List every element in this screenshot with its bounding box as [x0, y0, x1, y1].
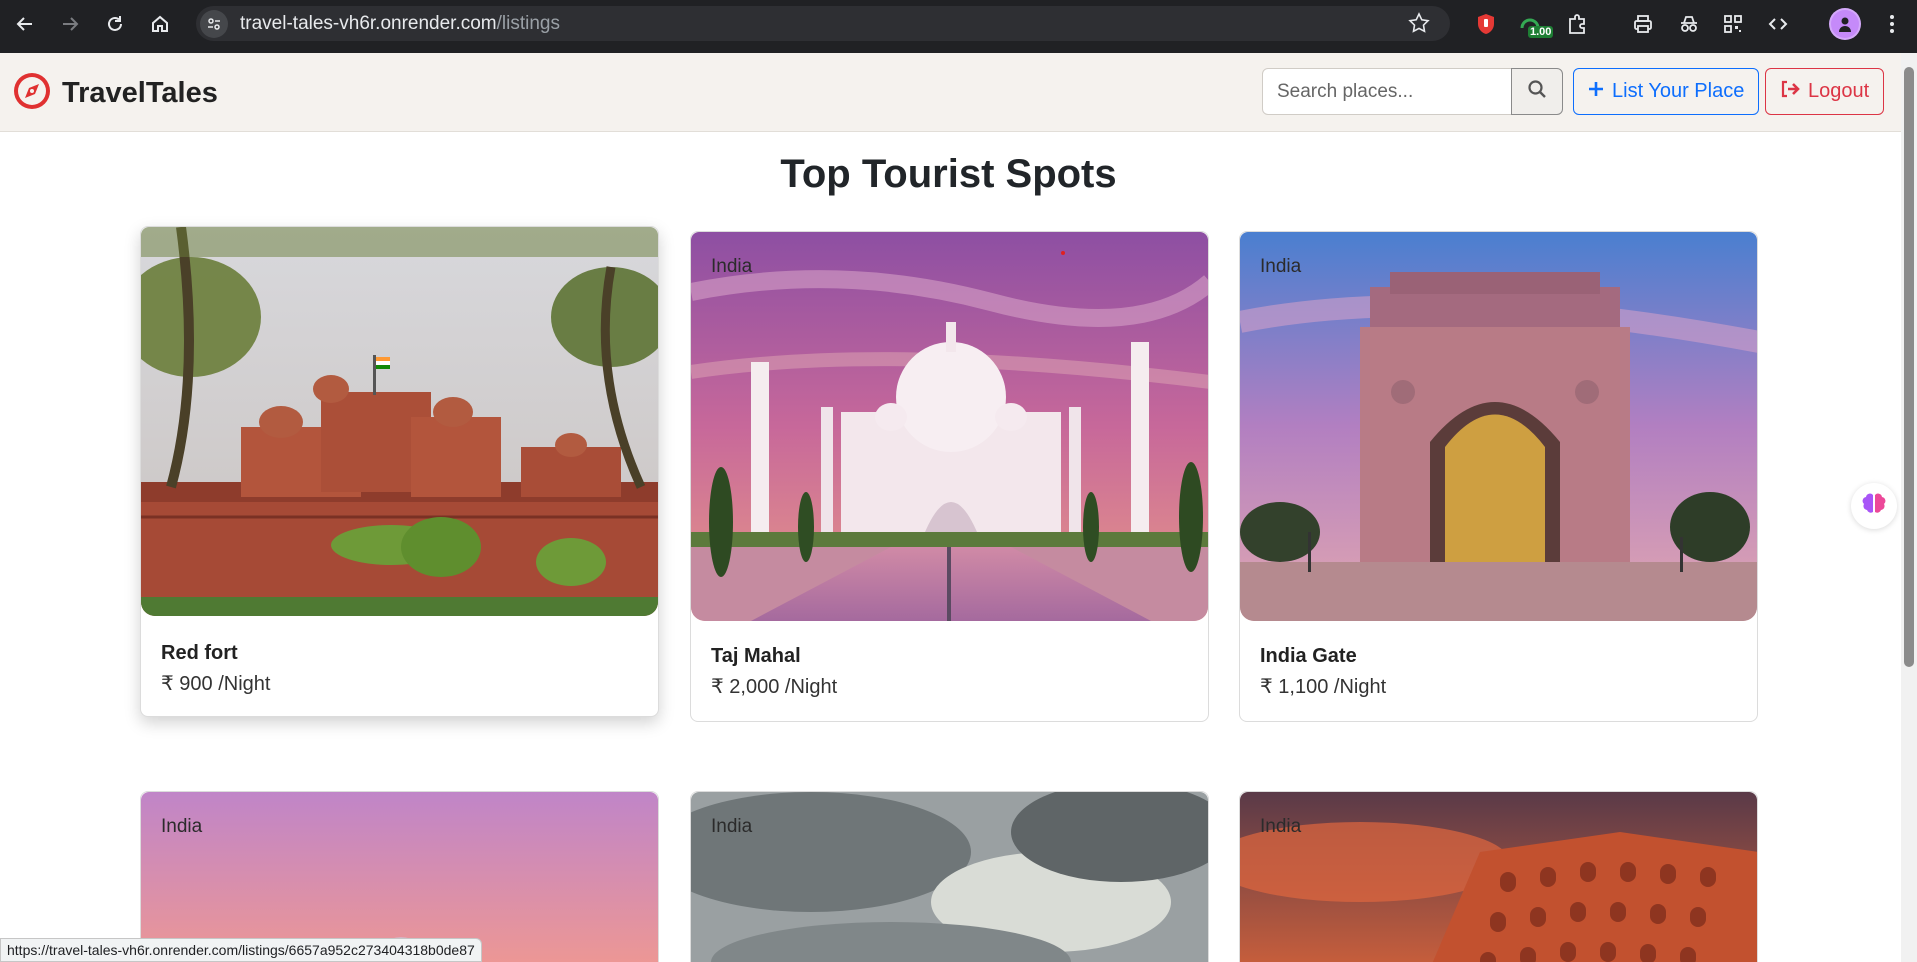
speed-extension-icon[interactable]: 1.00 — [1514, 8, 1554, 40]
plus-icon — [1588, 80, 1604, 103]
listing-body: Taj Mahal ₹ 2,000 /Night — [691, 621, 1208, 721]
listing-title: Red fort — [161, 642, 238, 664]
url-text: travel-tales-vh6r.onrender.com/listings — [240, 13, 560, 35]
list-your-place-button[interactable]: List Your Place — [1573, 68, 1760, 115]
address-bar[interactable]: travel-tales-vh6r.onrender.com/listings — [196, 6, 1450, 41]
forward-icon[interactable] — [48, 2, 92, 46]
listing-body: Red fort ₹ 900 /Night — [141, 616, 658, 716]
devtools-code-icon[interactable] — [1762, 8, 1794, 40]
profile-avatar[interactable] — [1829, 8, 1861, 40]
qr-code-icon[interactable] — [1717, 8, 1749, 40]
listing-country: India — [711, 816, 753, 837]
browser-toolbar: travel-tales-vh6r.onrender.com/listings … — [0, 0, 1917, 53]
listing-title: Taj Mahal — [711, 645, 801, 667]
incognito-icon[interactable] — [1673, 8, 1705, 40]
listing-image[interactable]: India — [1240, 792, 1757, 962]
listing-price: ₹ 2,000 /Night — [711, 676, 838, 698]
search-button[interactable] — [1511, 68, 1563, 115]
listing-card[interactable]: India — [690, 791, 1209, 962]
logout-button[interactable]: Logout — [1765, 68, 1885, 115]
listing-card[interactable]: India — [140, 791, 659, 962]
brain-icon — [1861, 492, 1887, 521]
listing-title: India Gate — [1260, 645, 1357, 667]
bookmark-star-icon[interactable] — [1408, 12, 1430, 39]
listing-country: India — [1260, 256, 1302, 277]
app-navbar: TravelTales List Your Place Logout — [0, 53, 1901, 132]
listing-image[interactable]: India — [691, 232, 1208, 621]
back-icon[interactable] — [3, 2, 47, 46]
url-host: travel-tales-vh6r.onrender.com — [240, 12, 497, 34]
compass-icon — [12, 71, 52, 116]
listing-country: India — [711, 256, 753, 277]
listing-card[interactable]: India — [1239, 791, 1758, 962]
listing-image[interactable] — [141, 227, 658, 616]
list-your-place-label: List Your Place — [1612, 80, 1745, 102]
search-input[interactable] — [1262, 68, 1512, 115]
print-icon[interactable] — [1627, 8, 1659, 40]
listing-body: India Gate ₹ 1,100 /Night — [1240, 621, 1757, 721]
listing-image[interactable]: India — [141, 792, 658, 962]
listing-card[interactable]: India India Gate ₹ 1,100 /Night — [1239, 231, 1758, 722]
listing-country: India — [1260, 816, 1302, 837]
brand-title: TravelTales — [62, 77, 218, 109]
search-icon — [1527, 79, 1547, 104]
page-scrollbar[interactable] — [1901, 53, 1917, 962]
scrollbar-thumb[interactable] — [1904, 67, 1914, 667]
home-icon[interactable] — [138, 2, 182, 46]
logout-label: Logout — [1808, 80, 1870, 102]
adblock-extension-icon[interactable] — [1470, 8, 1502, 40]
extensions-puzzle-icon[interactable] — [1561, 8, 1593, 40]
listing-image[interactable]: India — [1240, 232, 1757, 621]
listing-country: India — [161, 816, 203, 837]
listing-image[interactable]: India — [691, 792, 1208, 962]
page-title: Top Tourist Spots — [780, 152, 1117, 196]
brand[interactable]: TravelTales — [12, 71, 218, 116]
listing-price: ₹ 1,100 /Night — [1260, 676, 1387, 698]
listing-price: ₹ 900 /Night — [161, 673, 271, 695]
status-bar-url: https://travel-tales-vh6r.onrender.com/l… — [0, 938, 482, 962]
listing-card[interactable]: Red fort ₹ 900 /Night — [140, 226, 659, 717]
listing-card[interactable]: India Taj Mahal ₹ 2,000 /Night — [690, 231, 1209, 722]
logout-icon — [1780, 80, 1800, 104]
url-path: /listings — [496, 12, 560, 34]
site-info-icon[interactable] — [200, 9, 228, 38]
reload-icon[interactable] — [93, 2, 137, 46]
extension-badge: 1.00 — [1528, 26, 1554, 38]
brain-extension-widget[interactable] — [1851, 483, 1897, 529]
browser-menu-icon[interactable] — [1876, 8, 1908, 40]
